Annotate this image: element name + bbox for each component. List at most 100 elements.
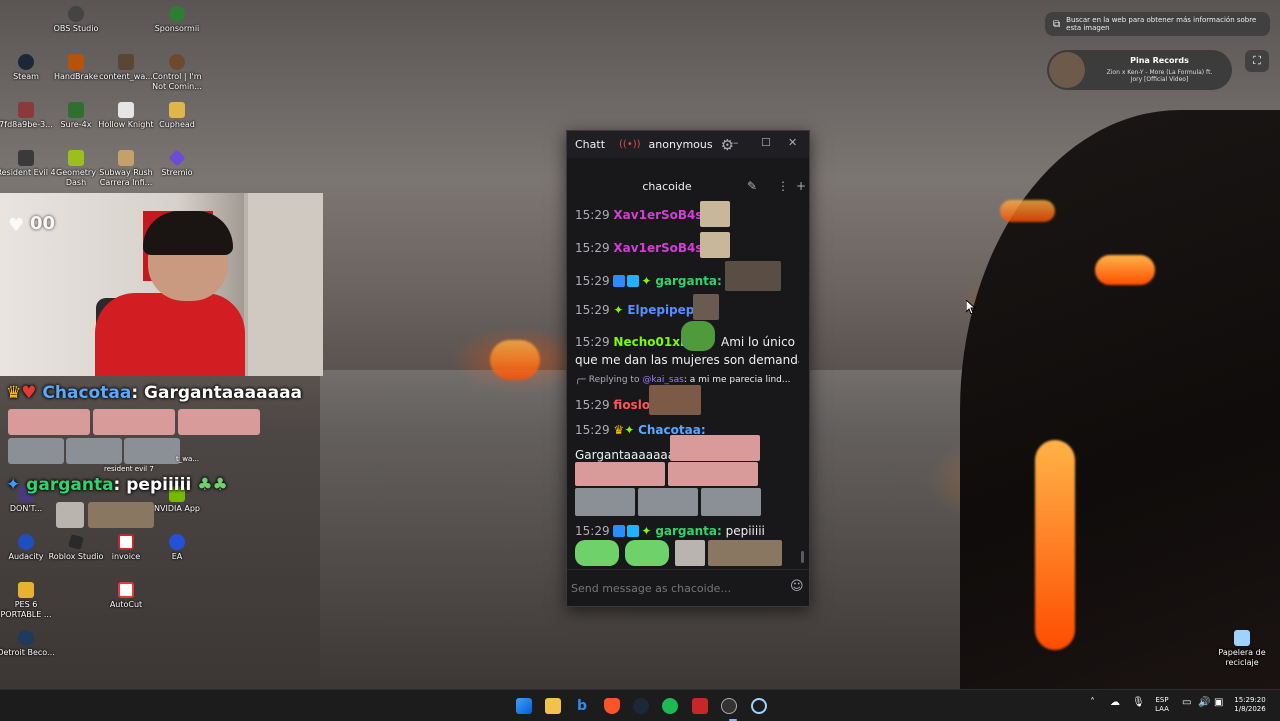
reply-line[interactable]: ╭─ Replying to @kai_sas: a mi me parecia… — [575, 375, 790, 385]
lens-search-bar[interactable]: ⧉ Buscar en la web para obtener más info… — [1045, 12, 1270, 36]
app-icon — [68, 102, 84, 118]
desktop-icon-obs[interactable]: OBS Studio — [46, 6, 106, 34]
taskbar: b ˄ ☁ 🎙 ESP LAA ▭ 🔊 ▣ 15:29:20 1/8/2026 — [0, 689, 1280, 721]
webcam-person-hair — [143, 211, 233, 255]
windows-start-icon[interactable] — [516, 698, 532, 714]
emote-lips — [668, 462, 758, 486]
chat-scrollbar[interactable] — [801, 201, 804, 563]
message-username[interactable]: Elpepipepi: — [627, 303, 703, 317]
geometry-dash-icon — [68, 150, 84, 166]
emote-lips — [575, 462, 665, 486]
app-name: Chatt — [575, 138, 606, 151]
desktop-icon-ea[interactable]: EA — [147, 534, 207, 562]
game-icon — [18, 150, 34, 166]
message-time: 15:29 — [575, 524, 610, 538]
desktop-icon-sponsormii[interactable]: Sponsormii — [147, 6, 207, 34]
wallpaper-lava — [1095, 255, 1155, 285]
desktop-icon-control[interactable]: Control | I'm Not Comin... — [147, 54, 207, 92]
clock[interactable]: 15:29:20 1/8/2026 — [1230, 696, 1270, 714]
webcam-door — [244, 193, 323, 376]
pdf-icon — [118, 534, 134, 550]
lens-capture-button[interactable]: ⛶ — [1245, 50, 1269, 72]
account-name[interactable]: anonymous — [649, 138, 713, 151]
badge-icon — [613, 525, 626, 537]
emote-face-image — [725, 261, 781, 291]
close-button[interactable]: ✕ — [788, 136, 797, 149]
spotify-icon[interactable] — [662, 698, 678, 714]
maximize-button[interactable]: ☐ — [761, 136, 771, 149]
lens-card-line-1: Zion x Ken-Y - More (La Formula) ft. — [1106, 69, 1213, 76]
obs-icon[interactable] — [721, 698, 737, 714]
chevron-up-icon[interactable]: ˄ — [1090, 697, 1095, 708]
file-explorer-icon[interactable] — [545, 698, 561, 714]
stremio-icon — [168, 149, 186, 167]
sponsormii-icon — [169, 6, 185, 22]
microphone-icon[interactable]: 🎙 — [1132, 697, 1145, 708]
like-counter: 00 — [30, 213, 56, 234]
game-icon — [169, 54, 185, 70]
desktop-icon-recycle-bin[interactable]: Papelera de reciclaje — [1212, 630, 1272, 668]
message-time: 15:29 — [575, 398, 610, 412]
emoji-icon[interactable]: ☺ — [790, 579, 804, 594]
heart-icon: ♥ — [8, 215, 25, 236]
crown-icon: ♛ — [6, 383, 22, 403]
ea-icon — [169, 534, 185, 550]
android-emote — [625, 540, 669, 566]
overlay-username: garganta — [26, 475, 114, 495]
emote-plane — [8, 438, 64, 464]
heart-icon: ♥ — [21, 383, 37, 403]
desktop-icon-pes6[interactable]: PES 6 PORTABLE ... — [0, 582, 56, 620]
lens-result-card[interactable]: Pina Records Zion x Ken-Y - More (La For… — [1047, 50, 1232, 90]
steam-icon[interactable] — [633, 698, 649, 714]
message-text: que me dan las mujeres son demandas — [575, 353, 799, 367]
chat-message-input[interactable] — [569, 575, 783, 601]
lens-card-title: Pina Records — [1130, 56, 1189, 65]
tab-chacoide[interactable]: chacoide — [567, 180, 767, 193]
sparkle-icon: ✦ — [613, 303, 624, 317]
file-icon — [118, 54, 134, 70]
message-time: 15:29 — [575, 208, 610, 222]
scrollbar-thumb[interactable] — [801, 551, 804, 563]
chat-tabbar: chacoide ✎ ⋮ + — [567, 175, 809, 197]
emote-face-image — [708, 540, 782, 566]
desktop-icon-cuphead[interactable]: Cuphead — [147, 102, 207, 130]
wallpaper-lava — [1000, 200, 1055, 222]
add-tab-icon[interactable]: + — [796, 179, 806, 193]
message-username[interactable]: garganta: — [655, 524, 721, 538]
cloud-icon[interactable]: ☁ — [1110, 697, 1120, 708]
android-emote — [575, 540, 619, 566]
emote-face — [88, 502, 154, 528]
desktop-icon-stremio[interactable]: Stremio — [147, 149, 207, 178]
minimize-button[interactable]: – — [733, 136, 739, 149]
volume-icon[interactable]: 🔊 — [1198, 697, 1210, 708]
desktop-icon-detroit[interactable]: Detroit Beco... — [0, 630, 56, 658]
wallpaper-lava — [1035, 440, 1075, 650]
reply-username[interactable]: @kai_sas — [642, 375, 683, 385]
emote-cat — [56, 502, 84, 528]
chatterino-icon[interactable] — [751, 698, 767, 714]
emote-lips — [8, 409, 90, 435]
message-username[interactable]: garganta: — [655, 274, 721, 288]
emote-face-image — [649, 385, 701, 415]
monitor-icon[interactable]: ▭ — [1182, 697, 1191, 708]
message-text: pepiiiii — [721, 524, 765, 538]
more-options-icon[interactable]: ⋮ — [777, 179, 789, 193]
app-icon[interactable] — [692, 698, 708, 714]
message-time: 15:29 — [575, 335, 610, 349]
message-time: 15:29 — [575, 423, 610, 437]
autocut-icon — [118, 582, 134, 598]
pen-icon[interactable]: ✎ — [747, 179, 757, 193]
bing-icon[interactable]: b — [574, 698, 590, 714]
battery-icon[interactable]: ▣ — [1214, 697, 1223, 708]
sparkle-icon: ✦ — [641, 274, 652, 288]
desktop-icon-autocut[interactable]: AutoCut — [96, 582, 156, 610]
lens-card-line-2: Jory [Official Video] — [1130, 76, 1189, 83]
badge-icon: ✦ — [6, 475, 21, 495]
message-time: 15:29 — [575, 241, 610, 255]
brave-browser-icon[interactable] — [604, 698, 620, 714]
wallpaper-lava — [490, 340, 540, 380]
overlay-username: Chacotaa — [42, 383, 132, 403]
message-time: 15:29 — [575, 274, 610, 288]
chat-message: 15:29 Necho01xD: — [575, 335, 695, 349]
language-indicator[interactable]: ESP LAA — [1150, 696, 1174, 714]
